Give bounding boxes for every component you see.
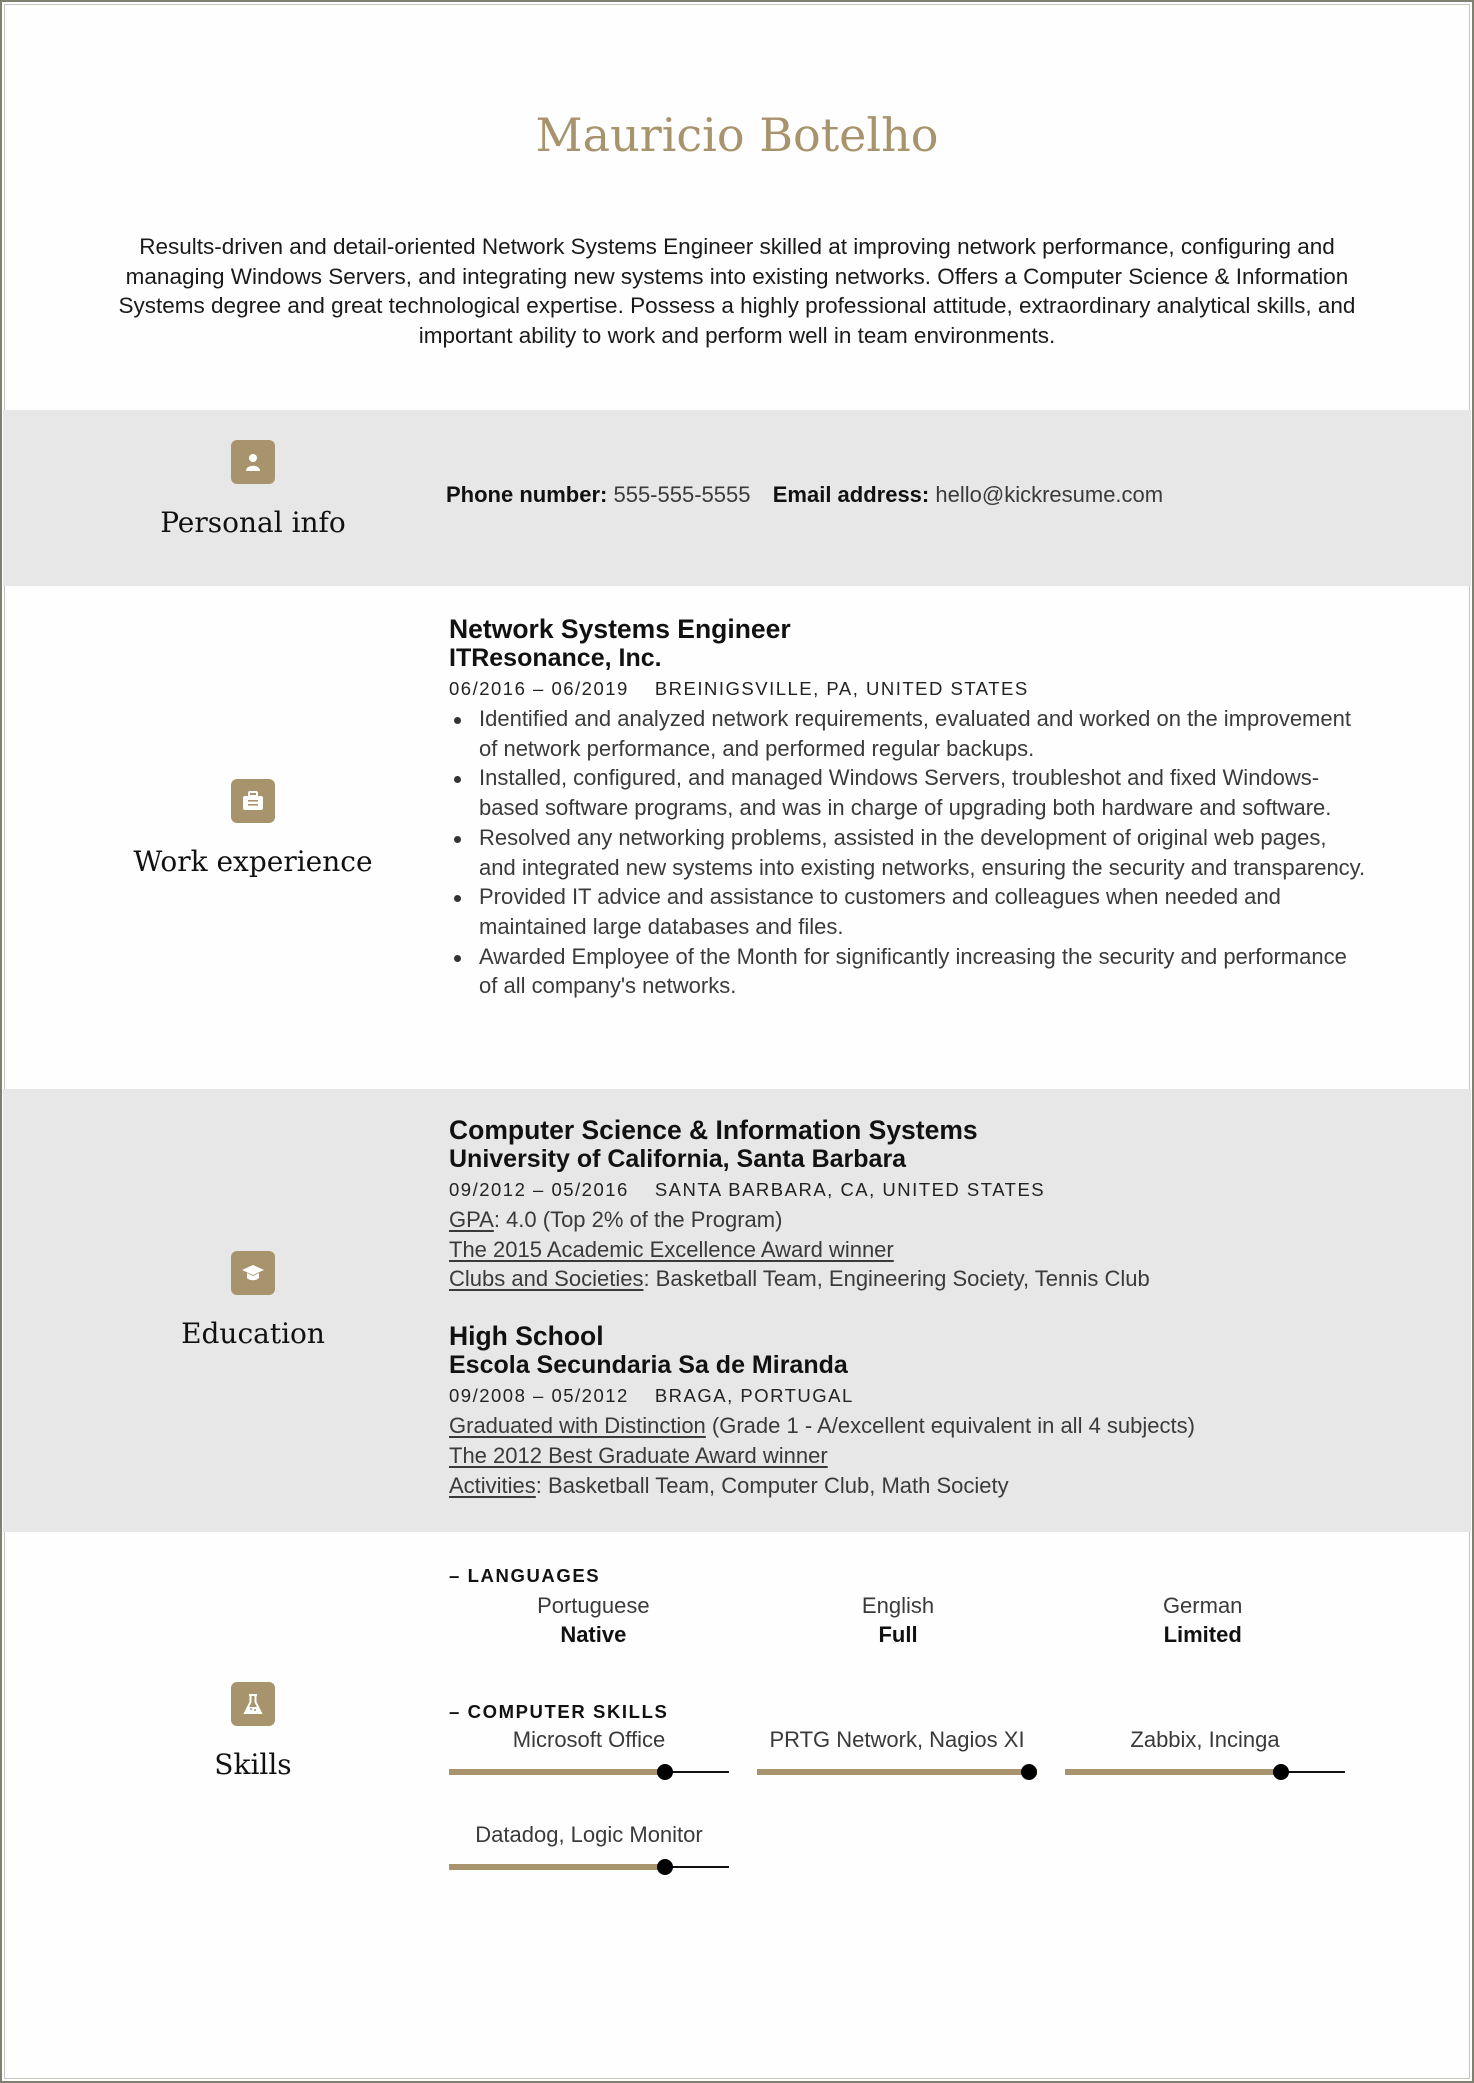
languages-list: Portuguese Native English Full German Li… bbox=[449, 1591, 1369, 1649]
skill-name: Datadog, Logic Monitor bbox=[475, 1822, 703, 1847]
degree: Computer Science & Information Systems bbox=[449, 1115, 978, 1145]
person-icon bbox=[231, 440, 275, 484]
detail-label: Graduated with Distinction bbox=[449, 1413, 706, 1439]
language-item: English Full bbox=[760, 1591, 1037, 1649]
job-dates: 06/2016 – 06/2019 bbox=[449, 678, 629, 699]
skill-item: Datadog, Logic Monitor bbox=[449, 1820, 729, 1875]
education-meta: 09/2012 – 05/2016 SANTA BARBARA, CA, UNIT… bbox=[449, 1175, 1369, 1205]
phone-value[interactable]: 555-555-5555 bbox=[613, 482, 750, 507]
degree: High School bbox=[449, 1321, 604, 1352]
education-detail: Clubs and Societies: Basketball Team, En… bbox=[449, 1264, 1369, 1294]
language-item: German Limited bbox=[1064, 1591, 1341, 1649]
section-title: Skills bbox=[214, 1748, 292, 1781]
candidate-name: Mauricio Botelho bbox=[535, 108, 939, 162]
skill-item: Zabbix, Incinga bbox=[1065, 1725, 1345, 1780]
skills-content: – LANGUAGES Portuguese Native English Fu… bbox=[449, 1565, 1369, 1875]
skill-bar-fill bbox=[1065, 1769, 1281, 1775]
education-dates: 09/2008 – 05/2012 bbox=[449, 1385, 629, 1407]
skill-level-bar bbox=[1065, 1764, 1345, 1780]
email-label: Email address: bbox=[772, 482, 930, 507]
skills-section: Skills – LANGUAGES Portuguese Native Eng… bbox=[3, 1532, 1471, 1972]
language-name: Portuguese bbox=[537, 1593, 650, 1618]
section-title: Personal info bbox=[160, 506, 346, 539]
education-section: Education Computer Science & Information… bbox=[3, 1089, 1471, 1532]
computer-skills-heading: – COMPUTER SKILLS bbox=[449, 1701, 669, 1722]
job-location: BREINIGSVILLE, PA, UNITED STATES bbox=[654, 678, 1029, 699]
section-header: Skills bbox=[3, 1682, 503, 1781]
education-detail: Graduated with Distinction (Grade 1 - A/… bbox=[449, 1411, 1369, 1441]
skill-bar-knob bbox=[656, 1764, 673, 1780]
education-detail: The 2015 Academic Excellence Award winne… bbox=[449, 1235, 1369, 1265]
languages-heading: – LANGUAGES bbox=[449, 1565, 601, 1586]
personal-info-section: Personal info Phone number: 555-555-5555… bbox=[3, 410, 1471, 586]
education-detail: GPA: 4.0 (Top 2% of the Program) bbox=[449, 1205, 1369, 1235]
skill-bar-fill bbox=[449, 1864, 665, 1870]
briefcase-icon bbox=[231, 779, 275, 823]
skill-name: Microsoft Office bbox=[512, 1727, 666, 1752]
detail-text: : 4.0 (Top 2% of the Program) bbox=[493, 1207, 783, 1232]
section-header: Education bbox=[3, 1251, 503, 1350]
education-location: BRAGA, PORTUGAL bbox=[654, 1385, 854, 1407]
list-item: Identified and analyzed network requirem… bbox=[449, 704, 1369, 763]
school-name: Escola Secundaria Sa de Miranda bbox=[449, 1351, 848, 1380]
skill-name: PRTG Network, Nagios XI bbox=[769, 1727, 1025, 1752]
education-detail: Activities: Basketball Team, Computer Cl… bbox=[449, 1471, 1369, 1501]
list-item: Installed, configured, and managed Windo… bbox=[449, 763, 1369, 822]
job-title: Network Systems Engineer bbox=[449, 614, 791, 644]
skill-bar-fill bbox=[449, 1769, 665, 1775]
skill-bar-fill bbox=[757, 1769, 1037, 1775]
job-entry: Network Systems Engineer ITResonance, In… bbox=[449, 614, 1369, 1001]
education-location: SANTA BARBARA, CA, UNITED STATES bbox=[654, 1179, 1046, 1200]
profile-summary: Results-driven and detail-oriented Netwo… bbox=[118, 234, 1356, 348]
graduation-cap-icon bbox=[231, 1251, 275, 1295]
skill-level-bar bbox=[757, 1764, 1037, 1780]
section-header: Work experience bbox=[3, 779, 503, 878]
skill-bar-knob bbox=[1021, 1764, 1037, 1780]
detail-text: : Basketball Team, Engineering Society, … bbox=[643, 1266, 1150, 1292]
list-item: Awarded Employee of the Month for signif… bbox=[449, 942, 1369, 1001]
job-meta: 06/2016 – 06/2019 BREINIGSVILLE, PA, UNIT… bbox=[449, 674, 1369, 704]
education-entries: Computer Science & Information Systems U… bbox=[449, 1115, 1369, 1500]
computer-skills-list: Microsoft Office PRTG Network, Nagios XI… bbox=[449, 1725, 1379, 1875]
skill-item: PRTG Network, Nagios XI bbox=[757, 1725, 1037, 1780]
section-title: Education bbox=[181, 1317, 325, 1350]
detail-text: (Grade 1 - A/excellent equivalent in all… bbox=[705, 1413, 1195, 1439]
school-name: University of California, Santa Barbara bbox=[449, 1145, 907, 1173]
detail-label: Clubs and Societies bbox=[449, 1266, 644, 1292]
detail-label: The 2012 Best Graduate Award winner bbox=[449, 1442, 828, 1468]
detail-label: The 2015 Academic Excellence Award winne… bbox=[449, 1236, 894, 1262]
skill-level-bar bbox=[449, 1764, 729, 1780]
flask-icon bbox=[231, 1682, 275, 1726]
skill-bar-knob bbox=[1272, 1764, 1289, 1780]
skill-item: Microsoft Office bbox=[449, 1725, 729, 1780]
skill-name: Zabbix, Incinga bbox=[1130, 1727, 1280, 1752]
skill-bar-knob bbox=[656, 1859, 673, 1875]
language-level: Full bbox=[878, 1622, 918, 1647]
education-entry: Computer Science & Information Systems U… bbox=[449, 1115, 1369, 1294]
email-value[interactable]: hello@kickresume.com bbox=[935, 482, 1163, 507]
education-dates: 09/2012 – 05/2016 bbox=[449, 1179, 629, 1200]
education-meta: 09/2008 – 05/2012 BRAGA, PORTUGAL bbox=[449, 1381, 1369, 1411]
phone-label: Phone number: bbox=[446, 482, 608, 507]
education-entry: High School Escola Secundaria Sa de Mira… bbox=[449, 1321, 1369, 1500]
detail-text: : Basketball Team, Computer Club, Math S… bbox=[535, 1472, 1009, 1498]
detail-label: GPA bbox=[449, 1207, 494, 1232]
language-item: Portuguese Native bbox=[455, 1591, 732, 1649]
language-level: Limited bbox=[1163, 1622, 1242, 1647]
language-level: Native bbox=[560, 1622, 627, 1647]
language-name: English bbox=[861, 1593, 935, 1618]
contact-details: Phone number: 555-555-5555 Email address… bbox=[446, 482, 1366, 508]
section-header: Personal info bbox=[3, 440, 503, 539]
work-experience-section: Work experience Network Systems Engineer… bbox=[3, 586, 1471, 1089]
education-detail: The 2012 Best Graduate Award winner bbox=[449, 1441, 1369, 1471]
list-item: Resolved any networking problems, assist… bbox=[449, 823, 1369, 882]
skill-level-bar bbox=[449, 1859, 729, 1875]
company-name: ITResonance, Inc. bbox=[449, 644, 662, 672]
job-bullets: Identified and analyzed network requirem… bbox=[449, 704, 1369, 1001]
language-name: German bbox=[1162, 1593, 1243, 1618]
list-item: Provided IT advice and assistance to cus… bbox=[449, 882, 1369, 941]
detail-label: Activities bbox=[449, 1472, 536, 1498]
section-title: Work experience bbox=[133, 845, 373, 878]
